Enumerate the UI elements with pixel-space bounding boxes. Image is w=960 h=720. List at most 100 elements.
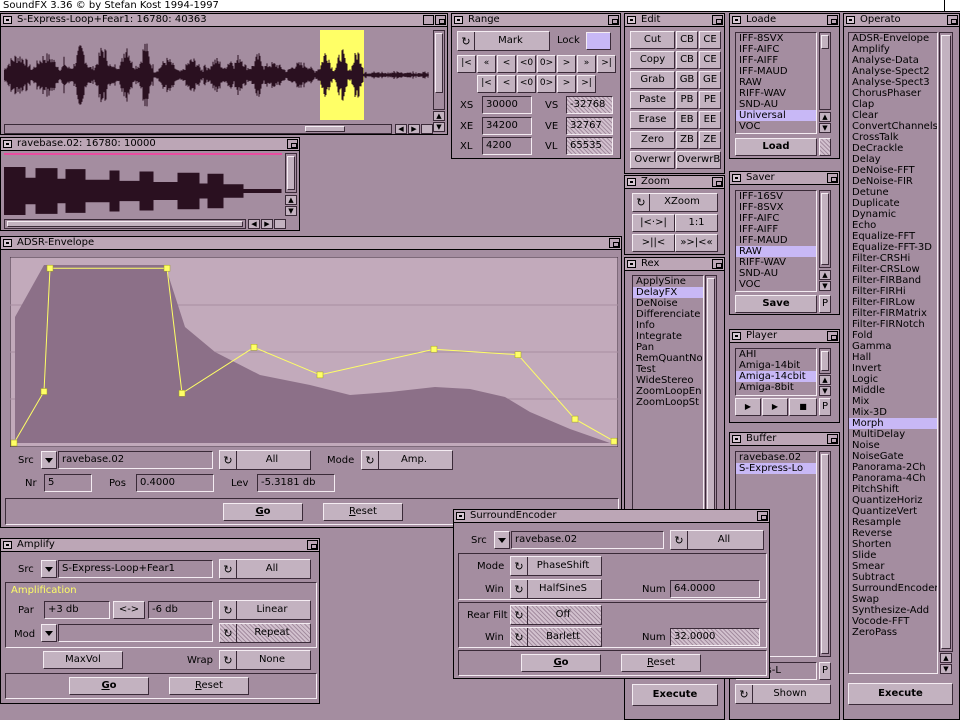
reset-button[interactable]: Reset — [621, 654, 701, 672]
list-item[interactable]: DelayFX — [633, 287, 703, 298]
window-title-bar[interactable]: ravebase.02: 16780: 10000 — [1, 138, 299, 151]
list-item[interactable]: Mix-3D — [849, 407, 937, 418]
list-item[interactable]: Synthesize-Add — [849, 605, 937, 616]
par-end-field[interactable]: -6 db — [148, 601, 213, 619]
range-row2-nav-button-4[interactable]: > — [557, 75, 576, 93]
list-item[interactable]: Duplicate — [849, 198, 937, 209]
scroll-up-arrow-icon[interactable]: ▲ — [433, 111, 445, 121]
lev-field[interactable]: -5.3181 db — [257, 474, 335, 492]
list-item[interactable]: Resample — [849, 517, 937, 528]
list-item[interactable]: ZeroPass — [849, 627, 937, 638]
rex-execute-button[interactable]: Execute — [632, 684, 718, 706]
list-item[interactable]: Reverse — [849, 528, 937, 539]
waveform-display[interactable] — [4, 30, 429, 120]
range-row1-nav-button-1[interactable]: « — [477, 55, 496, 73]
saver-list[interactable]: IFF-16SV IFF-8SVX IFF-AIFC IFF-AIFF IFF-MAUD… — [735, 190, 817, 292]
window-title-bar[interactable]: Edit — [625, 14, 724, 27]
range-row2-nav-button-3[interactable]: 0> — [537, 75, 556, 93]
zoom-1to1-button[interactable]: 1:1 — [675, 214, 718, 232]
saver-list-scrollbar[interactable] — [819, 190, 831, 268]
list-item[interactable]: PitchShift — [849, 484, 937, 495]
list-item[interactable]: RAW — [736, 77, 816, 88]
close-icon[interactable] — [627, 178, 636, 186]
list-item[interactable]: Noise — [849, 440, 937, 451]
edit-button-cb[interactable]: CB — [676, 51, 698, 69]
waveform-vertical-scrollbar[interactable] — [285, 153, 297, 193]
list-item[interactable]: ravebase.02 — [736, 452, 816, 463]
window-title-bar[interactable]: Operato — [844, 14, 959, 27]
edit-button-ee[interactable]: EE — [699, 111, 721, 129]
list-item[interactable]: SND-AU — [736, 268, 816, 279]
scroll-left-arrow-icon[interactable]: ◀ — [395, 124, 407, 134]
waveform-horizontal-scrollbar[interactable] — [4, 219, 246, 229]
player-list[interactable]: AHI Amiga-14bit Amiga-14cbit Amiga-8bit — [735, 348, 817, 396]
list-item[interactable]: DeNoise-FFT — [849, 165, 937, 176]
list-item[interactable]: DeNoise — [633, 298, 703, 309]
go-button[interactable]: Go — [521, 654, 601, 672]
envelope-point[interactable] — [250, 344, 258, 351]
close-icon[interactable] — [3, 541, 12, 549]
list-item[interactable]: Filter-FIRNotch — [849, 319, 937, 330]
scroll-down-arrow-icon[interactable]: ▼ — [285, 206, 297, 216]
swap-params-button[interactable]: <-> — [113, 601, 145, 619]
close-icon[interactable] — [3, 16, 12, 24]
list-item[interactable]: NoiseGate — [849, 451, 937, 462]
envelope-point[interactable] — [514, 351, 522, 358]
xe-field[interactable]: 34200 — [482, 117, 532, 135]
loader-list[interactable]: IFF-8SVX IFF-AIFC IFF-AIFF IFF-MAUD RAW RIFF-… — [735, 32, 817, 134]
size-gadget[interactable] — [421, 124, 433, 134]
envelope-point[interactable] — [316, 371, 324, 379]
execute-button[interactable]: Execute — [848, 683, 953, 705]
list-item[interactable]: IFF-8SVX — [736, 202, 816, 213]
list-item[interactable]: S-Express-Lo — [736, 463, 816, 474]
scroll-right-arrow-icon[interactable]: ▶ — [261, 219, 273, 229]
rex-list[interactable]: ApplySine DelayFX DeNoise Differenciate Info… — [632, 275, 704, 523]
list-item[interactable]: ZoomLoopEn — [633, 386, 703, 397]
list-item[interactable]: Slide — [849, 550, 937, 561]
list-item[interactable]: DeCrackle — [849, 143, 937, 154]
envelope-point[interactable] — [46, 264, 54, 272]
list-item[interactable]: MultiDelay — [849, 429, 937, 440]
scroll-right-arrow-icon[interactable]: ▶ — [408, 124, 420, 134]
edit-button-pb[interactable]: PB — [676, 91, 698, 109]
list-item[interactable]: WideStereo — [633, 375, 703, 386]
list-item[interactable]: Filter-FIRMatrix — [849, 308, 937, 319]
list-item[interactable]: Info — [633, 320, 703, 331]
saver-prefs-button[interactable]: P — [819, 295, 831, 313]
wrap-cycle-button[interactable]: ↻ None — [219, 650, 311, 670]
depth-gadget[interactable] — [712, 259, 723, 269]
list-item[interactable]: Mix — [849, 396, 937, 407]
buffer-list-scrollbar[interactable] — [819, 451, 831, 657]
edit-button-overwrb[interactable]: OverwrB — [676, 151, 721, 169]
envelope-point[interactable] — [430, 345, 438, 353]
window-title-bar[interactable]: Loade — [730, 14, 839, 27]
close-icon[interactable] — [627, 16, 636, 24]
list-item[interactable]: IFF-AIFF — [736, 55, 816, 66]
scroll-down-arrow-icon[interactable]: ▼ — [433, 122, 445, 132]
src-popup-button[interactable] — [41, 451, 57, 469]
range-row1-nav-button-2[interactable]: < — [497, 55, 516, 73]
list-item[interactable]: SurroundEncoder — [849, 583, 937, 594]
play-button[interactable]: ▶ — [735, 398, 761, 416]
depth-gadget[interactable] — [757, 511, 768, 521]
operators-list-scrollbar[interactable] — [939, 32, 953, 652]
envelope-point[interactable] — [610, 437, 618, 445]
edit-button-gb[interactable]: GB — [676, 71, 698, 89]
list-item[interactable]: Gamma — [849, 341, 937, 352]
range-row2-nav-button-2[interactable]: <0 — [517, 75, 536, 93]
list-item[interactable]: Subtract — [849, 572, 937, 583]
depth-gadget[interactable] — [712, 15, 723, 25]
list-item[interactable]: Morph — [849, 418, 937, 429]
src-all-cycle-button[interactable]: ↻ All — [219, 559, 311, 579]
list-item[interactable]: Differenciate — [633, 309, 703, 320]
close-icon[interactable] — [732, 332, 741, 340]
scroll-up-arrow-icon[interactable]: ▲ — [819, 270, 831, 280]
list-item[interactable]: Vocode-FFT — [849, 616, 937, 627]
stop-button[interactable]: ■ — [789, 398, 817, 416]
range-row1-nav-button-0[interactable]: |< — [457, 55, 476, 73]
list-item[interactable]: RemQuantNoi — [633, 353, 703, 364]
edit-button-zb[interactable]: ZB — [676, 131, 698, 149]
list-item[interactable]: IFF-8SVX — [736, 33, 816, 44]
close-icon[interactable] — [732, 16, 741, 24]
close-icon[interactable] — [3, 239, 12, 247]
